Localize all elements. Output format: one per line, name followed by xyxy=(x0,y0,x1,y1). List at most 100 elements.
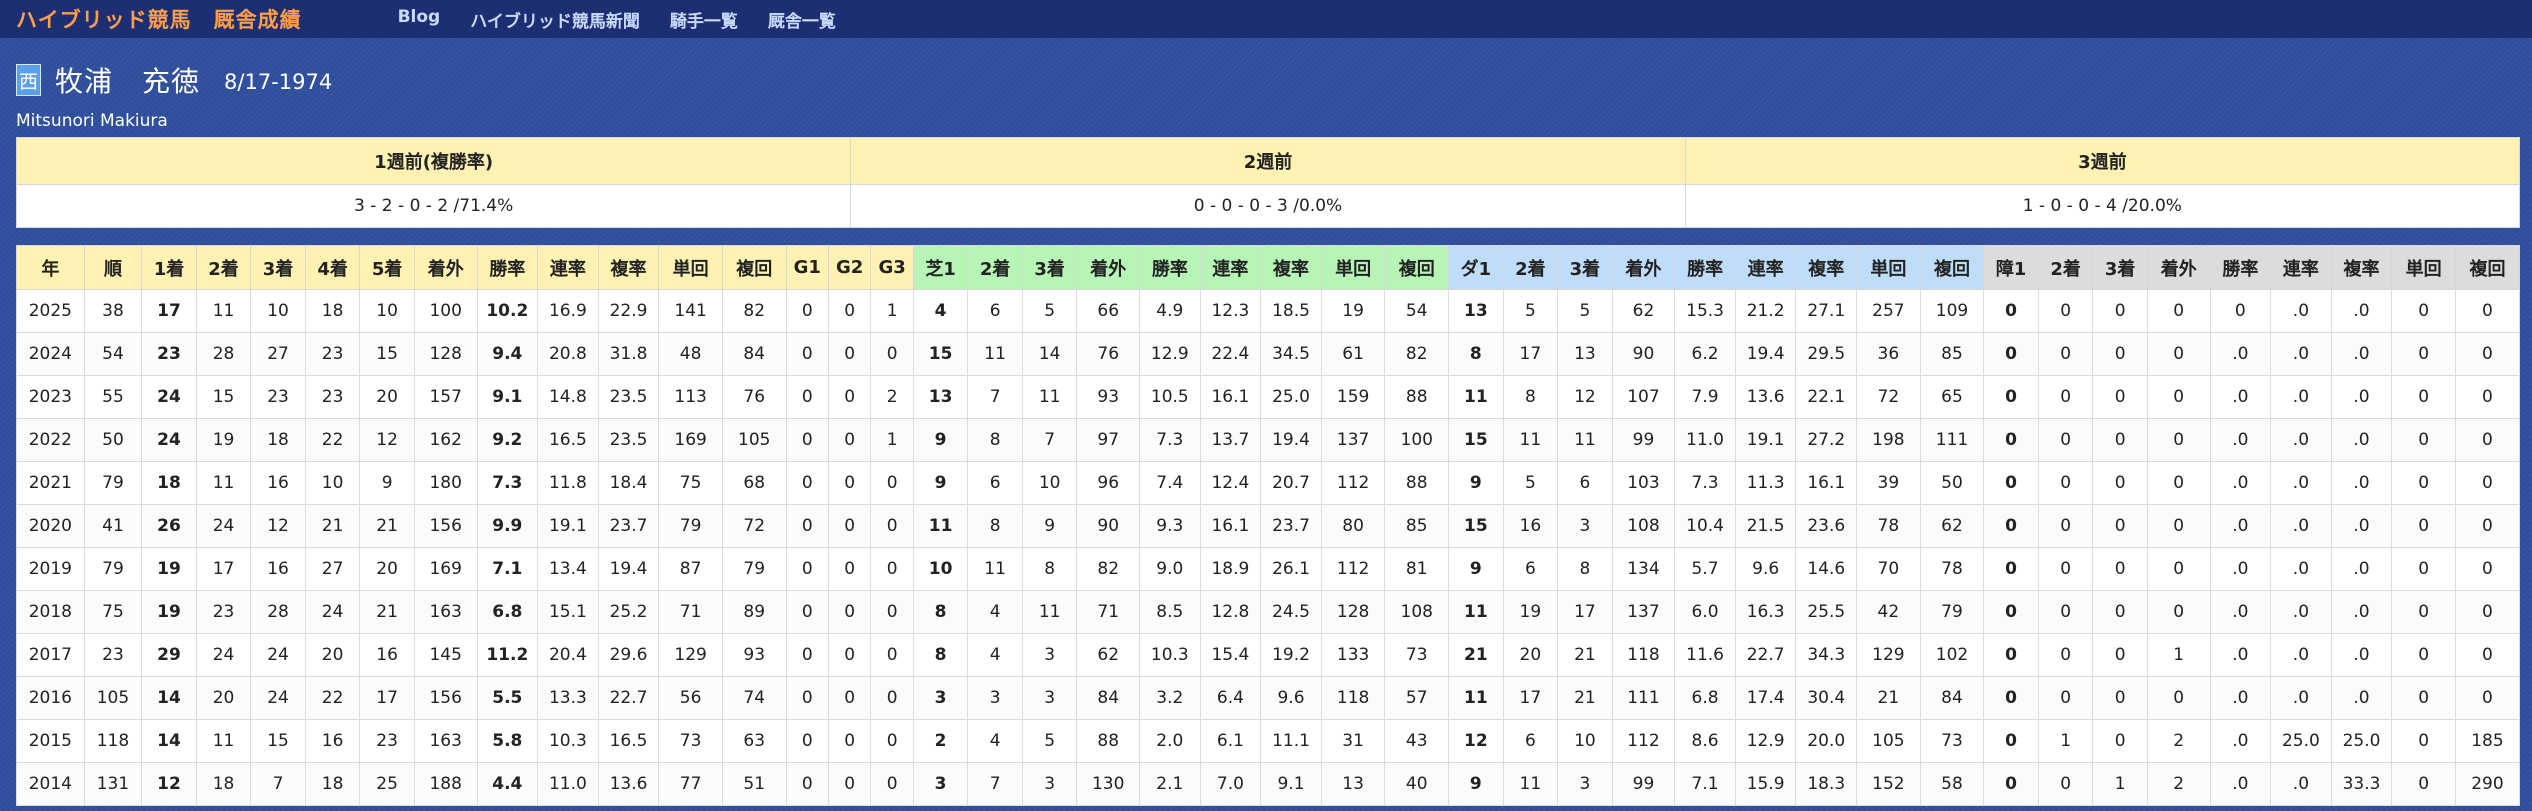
stat-cell: 6 xyxy=(1502,547,1559,591)
stat-cell: 12 xyxy=(250,504,306,548)
stat-cell: 0 xyxy=(2391,375,2456,419)
stats-header-cell: 連率 xyxy=(1734,245,1797,290)
table-row: 2023 55 24 15 23 23 20 157 9.1 14.8 23.5 113 76 0 0 2 13… xyxy=(16,375,2521,419)
stat-cell: 55 xyxy=(83,375,143,419)
nav-link-blog[interactable]: Blog xyxy=(398,7,441,32)
stat-cell: 56 xyxy=(658,676,723,720)
stat-cell: 23.5 xyxy=(597,375,660,419)
table-row: 2016 105 14 20 24 22 17 156 5.5 13.3 22.7 56 74 0 0 0 3 3… xyxy=(16,676,2521,720)
stat-cell: 109 xyxy=(1919,289,1985,333)
stat-cell: 9 xyxy=(912,418,969,462)
stat-cell: 0 xyxy=(827,418,872,462)
stat-cell: 118 xyxy=(83,719,143,763)
stat-cell: .0 xyxy=(2209,504,2272,548)
stat-cell: 15 xyxy=(359,332,415,376)
stat-cell: 11.0 xyxy=(537,762,599,806)
stat-cell: 77 xyxy=(658,762,723,806)
stat-cell: 0 xyxy=(2092,719,2148,763)
stat-cell: 10 xyxy=(1021,461,1078,505)
stat-cell: 19 xyxy=(141,547,197,591)
stat-cell: 188 xyxy=(413,762,478,806)
stat-cell: 13.3 xyxy=(537,676,599,720)
stat-cell: 0 xyxy=(785,547,829,591)
stat-cell: 19.1 xyxy=(537,504,599,548)
stat-cell: 0 xyxy=(1983,375,2039,419)
stat-cell: .0 xyxy=(2330,547,2393,591)
stat-cell: 3 xyxy=(967,676,1023,720)
stats-header-cell: 着外 xyxy=(413,245,478,290)
stat-cell: 23.7 xyxy=(597,504,660,548)
stat-cell: 50 xyxy=(1919,461,1985,505)
stat-cell: 97 xyxy=(1076,418,1141,462)
stat-cell: 0 xyxy=(785,332,829,376)
stat-cell: 0 xyxy=(2391,762,2456,806)
stat-cell: 0 xyxy=(1983,547,2039,591)
stat-cell: 163 xyxy=(413,719,478,763)
year-cell: 2025 xyxy=(16,289,85,333)
stat-cell: 25.0 xyxy=(2270,719,2332,763)
stat-cell: 6.2 xyxy=(1674,332,1736,376)
stat-cell: 0 xyxy=(2037,676,2094,720)
stat-cell: 11 xyxy=(967,547,1023,591)
stat-cell: 20.8 xyxy=(537,332,599,376)
stat-cell: 27.1 xyxy=(1795,289,1858,333)
stat-cell: 0 xyxy=(870,676,914,720)
stat-cell: 112 xyxy=(1611,719,1676,763)
stat-cell: 79 xyxy=(721,547,787,591)
stat-cell: 0 xyxy=(2391,461,2456,505)
stat-cell: 0 xyxy=(2092,289,2148,333)
stat-cell: 7.1 xyxy=(1674,762,1736,806)
stat-cell: 0 xyxy=(2454,418,2521,462)
stat-cell: 156 xyxy=(413,504,478,548)
week3-header: 3週前 xyxy=(1684,137,2521,185)
stat-cell: 128 xyxy=(413,332,478,376)
stat-cell: 88 xyxy=(1384,375,1450,419)
stat-cell: 0 xyxy=(2454,590,2521,634)
nav-link-jockey-list[interactable]: 騎手一覧 xyxy=(670,7,738,32)
stat-cell: 23 xyxy=(359,719,415,763)
stat-cell: 84 xyxy=(721,332,787,376)
stat-cell: 14 xyxy=(1021,332,1078,376)
stat-cell: 88 xyxy=(1076,719,1141,763)
stat-cell: 7.1 xyxy=(476,547,539,591)
stat-cell: .0 xyxy=(2330,461,2393,505)
stat-cell: 0 xyxy=(2454,375,2521,419)
stat-cell: 162 xyxy=(413,418,478,462)
stat-cell: 18.9 xyxy=(1199,547,1262,591)
stat-cell: 12 xyxy=(141,762,197,806)
brand-logo[interactable]: ハイブリッド競馬 xyxy=(16,4,192,34)
stat-cell: 22.7 xyxy=(1734,633,1797,677)
stat-cell: 20 xyxy=(1502,633,1559,677)
stat-cell: 137 xyxy=(1320,418,1386,462)
stat-cell: 0 xyxy=(2454,461,2521,505)
stat-cell: 13.6 xyxy=(597,762,660,806)
stat-cell: 5 xyxy=(1021,289,1078,333)
stat-cell: 19.1 xyxy=(1734,418,1797,462)
stat-cell: 11 xyxy=(1021,375,1078,419)
nav-link-newspaper[interactable]: ハイブリッド競馬新聞 xyxy=(470,7,640,32)
stat-cell: 10.4 xyxy=(1674,504,1736,548)
stat-cell: 18.3 xyxy=(1795,762,1858,806)
stat-cell: 7.3 xyxy=(1674,461,1736,505)
stat-cell: 73 xyxy=(1384,633,1450,677)
stat-cell: 24 xyxy=(141,418,197,462)
stat-cell: 62 xyxy=(1919,504,1985,548)
stat-cell: 1 xyxy=(870,418,914,462)
year-cell: 2016 xyxy=(16,676,85,720)
stat-cell: 0 xyxy=(2092,418,2148,462)
stat-cell: 152 xyxy=(1856,762,1921,806)
section-title[interactable]: 厩舎成績 xyxy=(214,4,302,34)
stat-cell: 18.4 xyxy=(597,461,660,505)
stat-cell: 105 xyxy=(1856,719,1921,763)
stat-cell: 90 xyxy=(1611,332,1676,376)
nav-link-stable-list[interactable]: 厩舎一覧 xyxy=(768,7,836,32)
stat-cell: 10.2 xyxy=(476,289,539,333)
table-row: 2018 75 19 23 28 24 21 163 6.8 15.1 25.2 71 89 0 0 0 8 4 1… xyxy=(16,590,2521,634)
stat-cell: 102 xyxy=(1919,633,1985,677)
stat-cell: 11 xyxy=(195,719,252,763)
stat-cell: 11 xyxy=(1557,418,1613,462)
stat-cell: 8 xyxy=(967,504,1023,548)
stat-cell: 7 xyxy=(1021,418,1078,462)
stat-cell: 0 xyxy=(785,504,829,548)
stat-cell: 23 xyxy=(250,375,306,419)
